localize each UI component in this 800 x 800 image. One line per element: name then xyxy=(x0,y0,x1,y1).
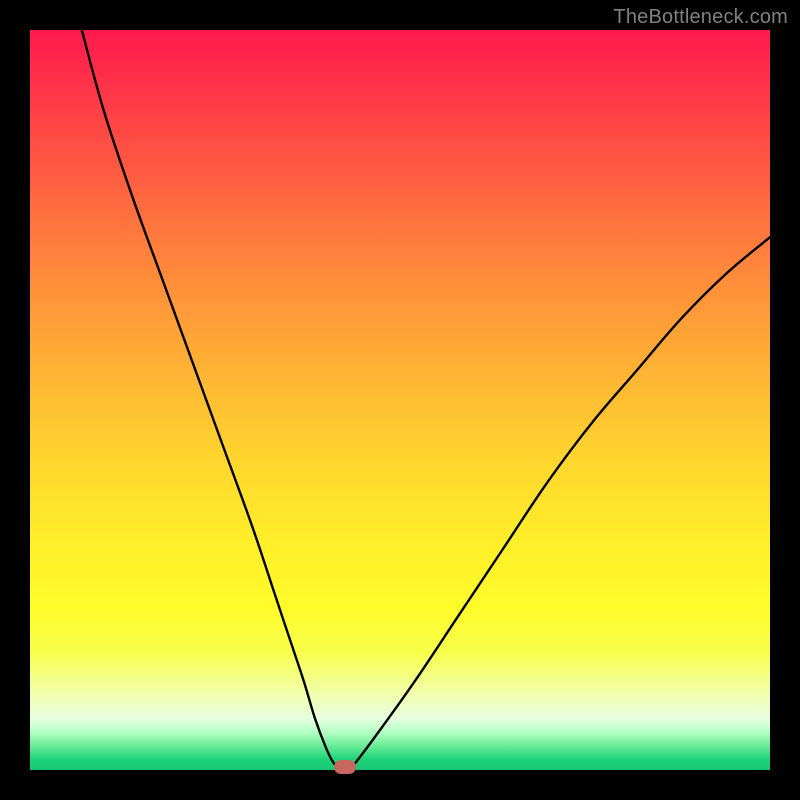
plot-area xyxy=(30,30,770,770)
bottleneck-curve xyxy=(30,30,770,770)
chart-frame: TheBottleneck.com xyxy=(0,0,800,800)
watermark-text: TheBottleneck.com xyxy=(613,6,788,29)
optimum-marker xyxy=(334,760,356,774)
